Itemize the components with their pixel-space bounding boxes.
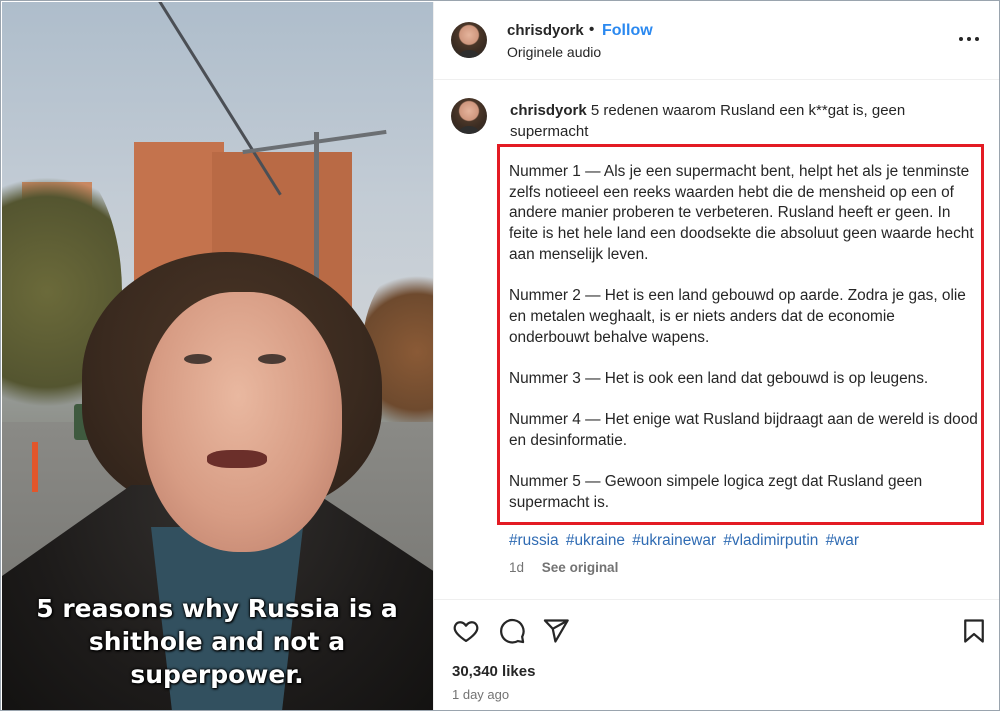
post-caption: chrisdyork 5 redenen waarom Rusland een …	[510, 100, 980, 142]
share-icon[interactable]	[542, 617, 570, 645]
person-mouth	[207, 450, 267, 468]
traffic-bollard	[32, 442, 38, 492]
hashtag-link[interactable]: #ukraine	[566, 532, 625, 549]
heart-icon[interactable]	[452, 617, 480, 645]
action-bar: 30,340 likes 1 day ago	[434, 599, 999, 710]
video-caption-overlay: 5 reasons why Russia is a shithole and n…	[36, 594, 398, 689]
person-face	[142, 292, 342, 552]
audio-label[interactable]: Originele audio	[507, 44, 601, 60]
paragraph-2: Nummer 2 — Het is een land gebouwd op aa…	[509, 287, 966, 346]
post-timestamp[interactable]: 1 day ago	[452, 687, 509, 702]
hashtag-link[interactable]: #war	[826, 532, 859, 549]
header-username[interactable]: chrisdyork	[507, 22, 584, 39]
caption-username[interactable]: chrisdyork	[510, 102, 587, 119]
comment-icon[interactable]	[498, 617, 526, 645]
see-original-link[interactable]: See original	[542, 560, 619, 575]
person-eye	[184, 354, 212, 364]
post-details-panel: chrisdyork • Follow Originele audio chri…	[433, 2, 999, 710]
follow-button[interactable]: Follow	[602, 22, 653, 40]
paragraph-1: Nummer 1 — Als je een supermacht bent, h…	[509, 163, 974, 263]
hashtag-link[interactable]: #russia	[509, 532, 559, 549]
post-body: Nummer 1 — Als je een supermacht bent, h…	[509, 162, 979, 535]
hashtag-link[interactable]: #ukrainewar	[632, 532, 716, 549]
post-meta: 1d See original	[509, 560, 618, 575]
paragraph-5: Nummer 5 — Gewoon simpele logica zegt da…	[509, 473, 923, 512]
post-header: chrisdyork • Follow Originele audio	[434, 2, 999, 80]
more-options-icon[interactable]	[958, 28, 980, 50]
reel-video[interactable]: 5 reasons why Russia is a shithole and n…	[2, 2, 433, 710]
paragraph-4: Nummer 4 — Het enige wat Rusland bijdraa…	[509, 411, 978, 450]
paragraph-3: Nummer 3 — Het is ook een land dat gebou…	[509, 370, 929, 387]
hashtags: #russia #ukraine #ukrainewar #vladimirpu…	[509, 532, 862, 550]
person-eye	[258, 354, 286, 364]
hashtag-link[interactable]: #vladimirputin	[723, 532, 818, 549]
bookmark-icon[interactable]	[960, 617, 988, 645]
avatar[interactable]	[451, 22, 487, 58]
separator-dot: •	[589, 21, 595, 38]
instagram-post-window: 5 reasons why Russia is a shithole and n…	[0, 0, 1000, 711]
post-age: 1d	[509, 560, 525, 575]
like-count[interactable]: 30,340 likes	[452, 663, 535, 680]
avatar[interactable]	[451, 98, 487, 134]
